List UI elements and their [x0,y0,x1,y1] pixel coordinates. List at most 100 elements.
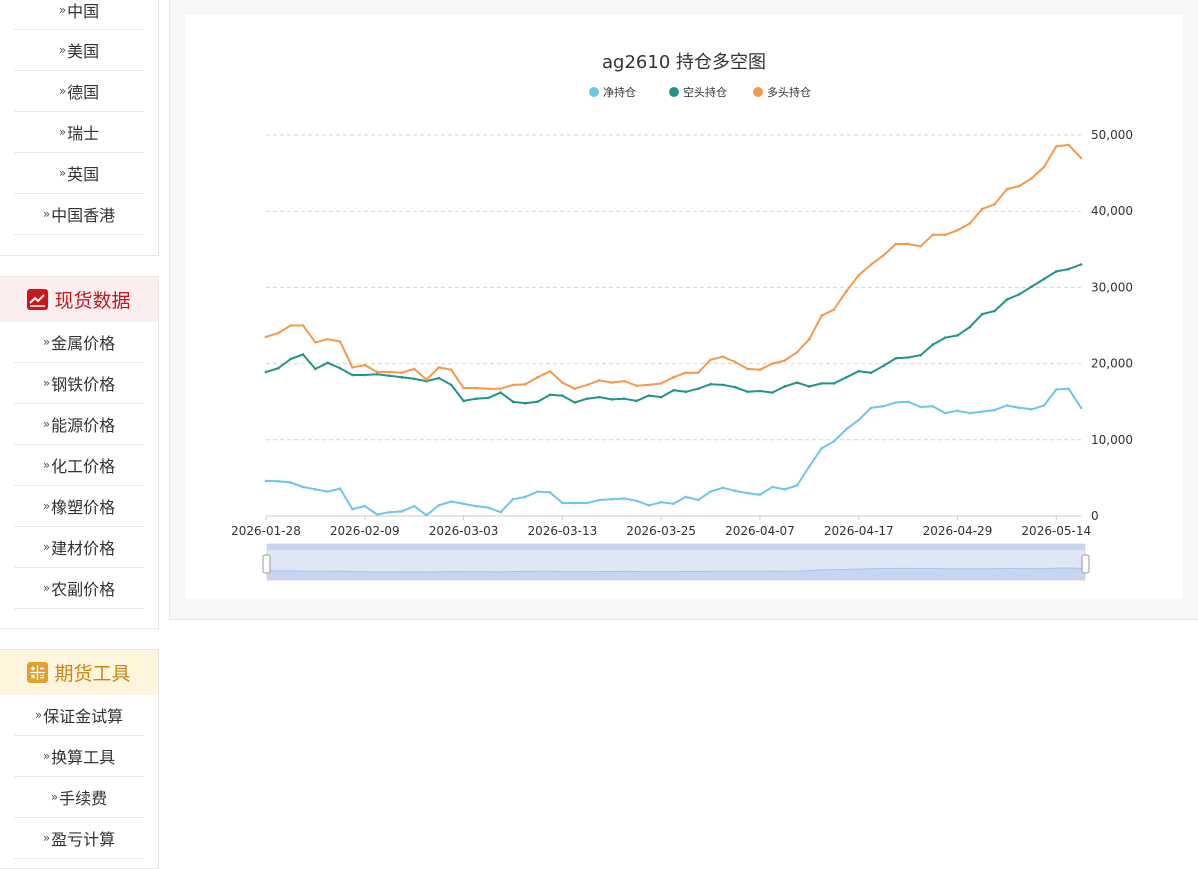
country-item-3[interactable]: » 瑞士 [14,112,144,153]
series-2-point-48 [857,273,861,277]
spot-data-item-6[interactable]: » 农副价格 [14,568,144,609]
series-0-point-43 [795,484,799,487]
series-0-point-46 [832,440,836,443]
zoom-slider-handle-bar[interactable] [267,544,1085,550]
legend-label-1: 空头持仓 [683,85,727,99]
series-1-point-35 [696,387,700,391]
series-1-point-1 [277,366,280,370]
series-2-point-11 [400,371,404,375]
double-chevron-right-icon: » [42,207,50,221]
series-1-point-12 [412,377,416,381]
country-item-2[interactable]: » 德国 [14,71,144,112]
series-2-point-0 [264,335,268,339]
series-0-point-53 [919,405,922,409]
series-1-point-22 [536,400,539,404]
zoom-start-handle[interactable] [262,554,271,574]
series-0-point-48 [857,418,861,422]
series-1-point-23 [548,393,552,397]
country-item-label: 德国 [67,83,100,102]
country-item-5[interactable]: » 中国香港 [14,194,144,235]
country-item-label: 中国 [67,1,100,21]
series-1-point-34 [684,390,688,394]
spot-data-item-2[interactable]: » 能源价格 [14,404,144,445]
country-item-1[interactable]: » 美国 [14,30,144,71]
spot-data-menu: » 金属价格» 钢铁价格» 能源价格» 化工价格» 橡塑价格» 建材价格» 农副价格 [0,322,158,609]
series-2-point-16 [462,386,465,390]
series-0-point-36 [709,490,712,493]
series-2-point-13 [425,378,428,381]
series-2-point-26 [585,383,589,387]
series-0-point-39 [746,491,749,495]
series-1-point-45 [820,382,823,385]
series-0-point-60 [1005,404,1009,407]
series-0-point-58 [980,410,984,413]
futures-tool-item-3[interactable]: » 盈亏计算 [14,818,144,859]
zoom-end-handle[interactable] [1081,554,1090,574]
x-tick-label-0: 2026-01-28 [231,524,301,538]
series-1-point-27 [598,395,601,399]
series-2-point-37 [721,355,725,359]
series-1-point-7 [351,373,354,377]
series-0-point-64 [1055,388,1058,391]
series-0-point-52 [906,400,910,404]
futures-tool-item-1[interactable]: » 换算工具 [14,736,144,777]
country-panel: » 中国» 美国» 德国» 瑞士» 英国» 中国香港 [0,0,159,256]
spot-data-header[interactable]: 现货数据 [0,277,158,322]
spot-data-item-5[interactable]: » 建材价格 [14,527,144,568]
futures-tools-header[interactable]: 期货工具 [0,650,158,695]
series-1-point-26 [585,397,589,400]
series-2-point-19 [499,387,502,391]
double-chevron-right-icon: » [58,2,66,17]
series-0-point-24 [561,501,564,505]
series-1-point-0 [264,370,268,374]
calculator-icon [27,662,49,683]
series-2-point-17 [474,386,478,390]
spot-data-item-0[interactable]: » 金属价格 [14,322,144,363]
series-1-point-18 [486,396,490,400]
series-0-point-13 [425,513,428,517]
series-1-point-16 [462,399,465,403]
spot-data-item-label: 农副价格 [51,580,116,599]
series-1-point-46 [832,382,836,385]
series-1-point-8 [363,373,367,377]
series-0-point-57 [968,411,972,415]
series-2-point-21 [524,382,527,386]
series-0-point-56 [956,409,959,413]
series-2-point-43 [795,350,799,354]
series-2-point-60 [1005,187,1009,191]
series-1-point-9 [375,372,379,376]
series-1-point-21 [524,401,527,405]
series-1-point-3 [301,353,305,356]
chart-title: ag2610 持仓多空图 [602,52,766,73]
series-0-point-15 [449,500,453,503]
series-0-point-16 [462,502,465,506]
series-0-point-61 [1017,406,1021,410]
country-menu: » 中国» 美国» 德国» 瑞士» 英国» 中国香港 [0,0,158,235]
x-tick-label-4: 2026-03-25 [626,524,696,538]
series-1-point-57 [968,325,972,329]
series-1-point-65 [1067,267,1070,271]
legend-marker-1 [669,87,679,97]
country-item-0[interactable]: » 中国 [14,0,144,30]
series-1-point-42 [783,385,786,388]
series-0-point-10 [388,510,391,514]
country-item-4[interactable]: » 英国 [14,153,144,194]
series-1-point-51 [894,356,898,360]
series-2-point-46 [832,308,836,311]
double-chevron-right-icon: » [42,749,50,763]
series-2-point-62 [1030,177,1033,180]
futures-tool-item-2[interactable]: » 手续费 [14,777,144,818]
series-1-point-5 [326,361,330,365]
spot-data-item-1[interactable]: » 钢铁价格 [14,363,144,404]
series-1-point-41 [770,391,774,394]
series-0-point-9 [375,513,379,516]
series-1-point-53 [919,353,922,357]
series-2-point-5 [326,337,330,341]
x-tick-label-7: 2026-04-29 [923,524,993,538]
series-1-point-19 [499,391,502,394]
spot-data-item-3[interactable]: » 化工价格 [14,445,144,486]
futures-tool-item-0[interactable]: » 保证金试算 [14,695,144,736]
series-0-point-51 [894,401,898,404]
series-0-point-20 [511,497,515,501]
spot-data-item-4[interactable]: » 橡塑价格 [14,486,144,527]
